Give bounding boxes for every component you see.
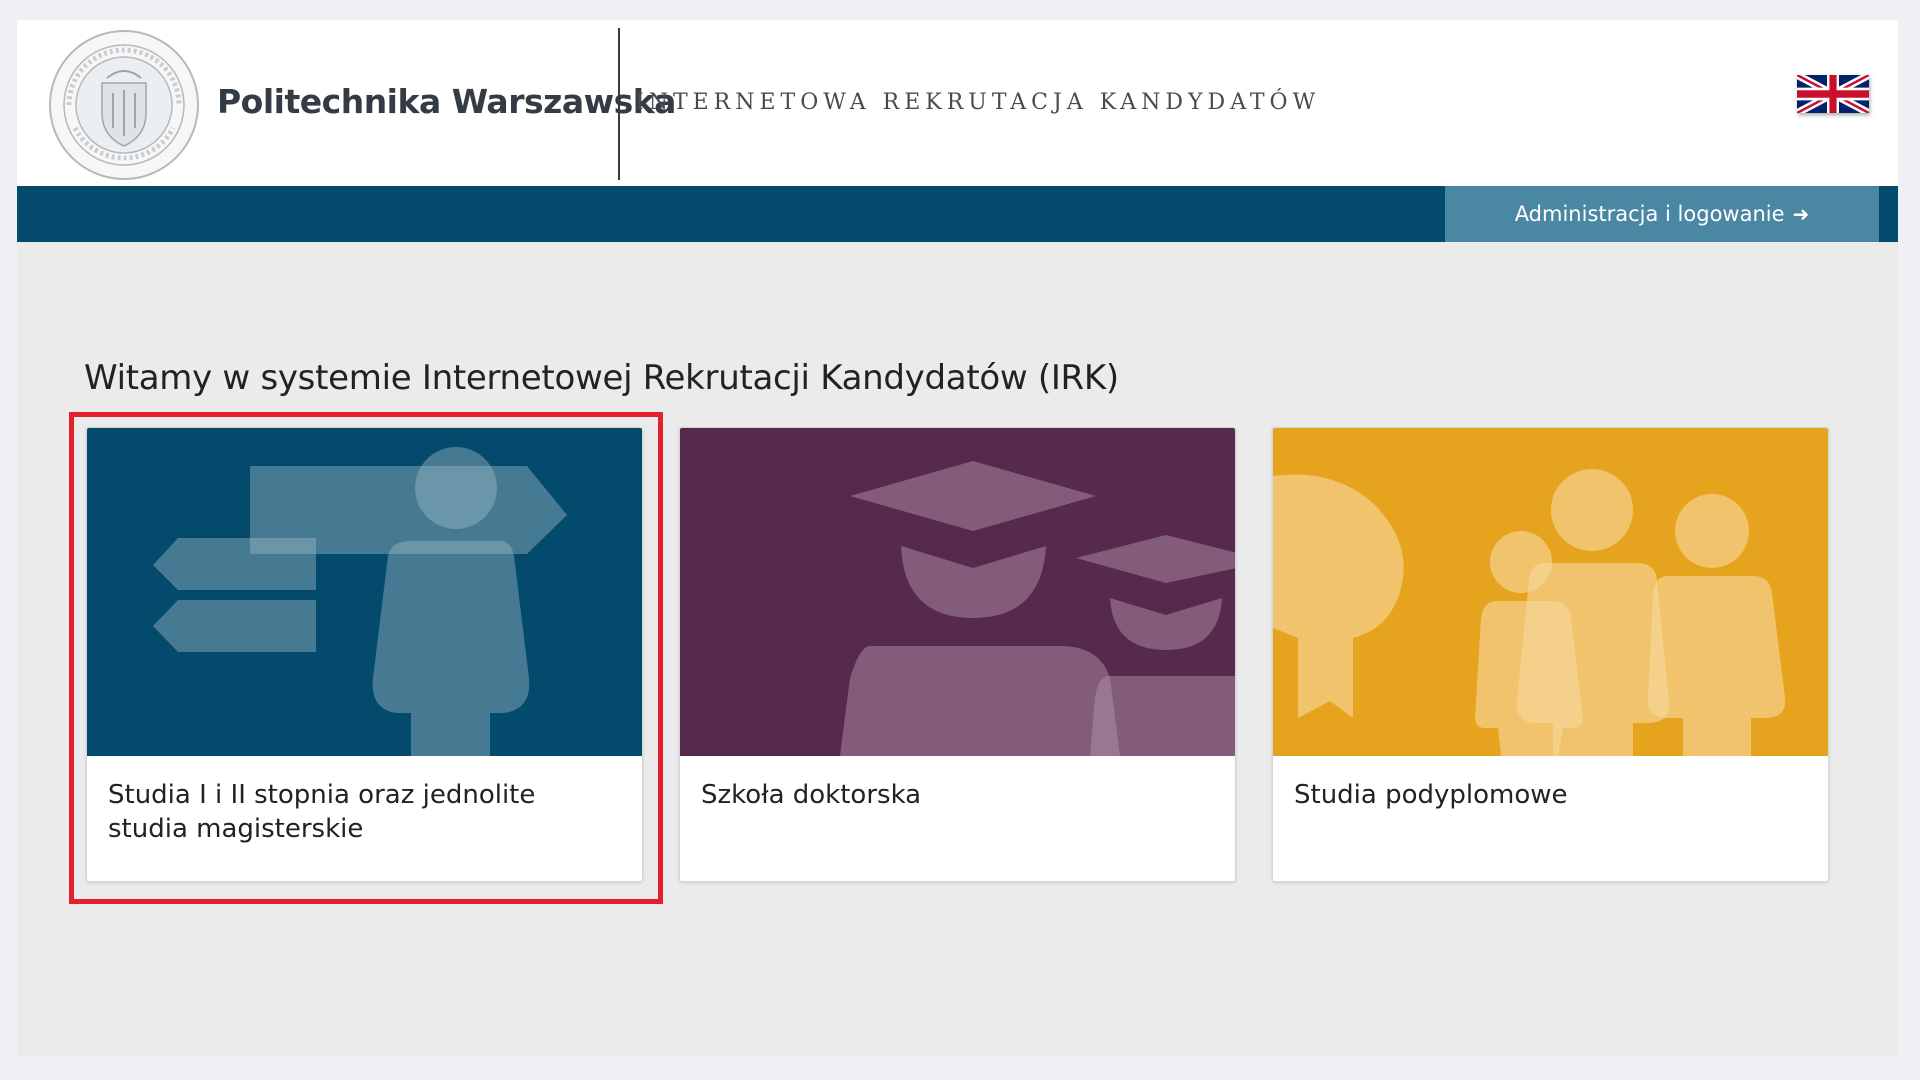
arrow-right-icon: ➜ (1792, 202, 1810, 226)
page-title: Witamy w systemie Internetowej Rekrutacj… (84, 358, 1119, 398)
header-divider (618, 28, 620, 180)
system-title: Internetowa Rekrutacja Kandydatów (635, 90, 1321, 115)
university-seal-icon[interactable] (47, 28, 201, 182)
top-navbar: Administracja i logowanie ➜ (17, 186, 1898, 242)
signpost-person-icon (87, 428, 642, 756)
card-label: Studia I i II stopnia oraz jednolite stu… (108, 780, 536, 844)
card-label: Studia podyplomowe (1294, 780, 1568, 810)
graduates-icon (680, 428, 1235, 756)
admin-login-button[interactable]: Administracja i logowanie ➜ (1445, 186, 1879, 242)
uk-flag-icon[interactable] (1797, 75, 1869, 113)
page: Politechnika Warszawska Internetowa Rekr… (17, 20, 1898, 1056)
header: Politechnika Warszawska Internetowa Rekr… (17, 20, 1898, 186)
card-doctoral-school[interactable]: Szkoła doktorska (679, 427, 1236, 882)
award-people-icon (1273, 428, 1828, 756)
card-label: Szkoła doktorska (701, 780, 922, 810)
login-button-label: Administracja i logowanie (1514, 202, 1785, 226)
brand-name: Politechnika Warszawska (217, 82, 676, 121)
card-postgraduate-studies[interactable]: Studia podyplomowe (1272, 427, 1829, 882)
card-undergraduate-graduate[interactable]: Studia I i II stopnia oraz jednolite stu… (86, 427, 643, 882)
